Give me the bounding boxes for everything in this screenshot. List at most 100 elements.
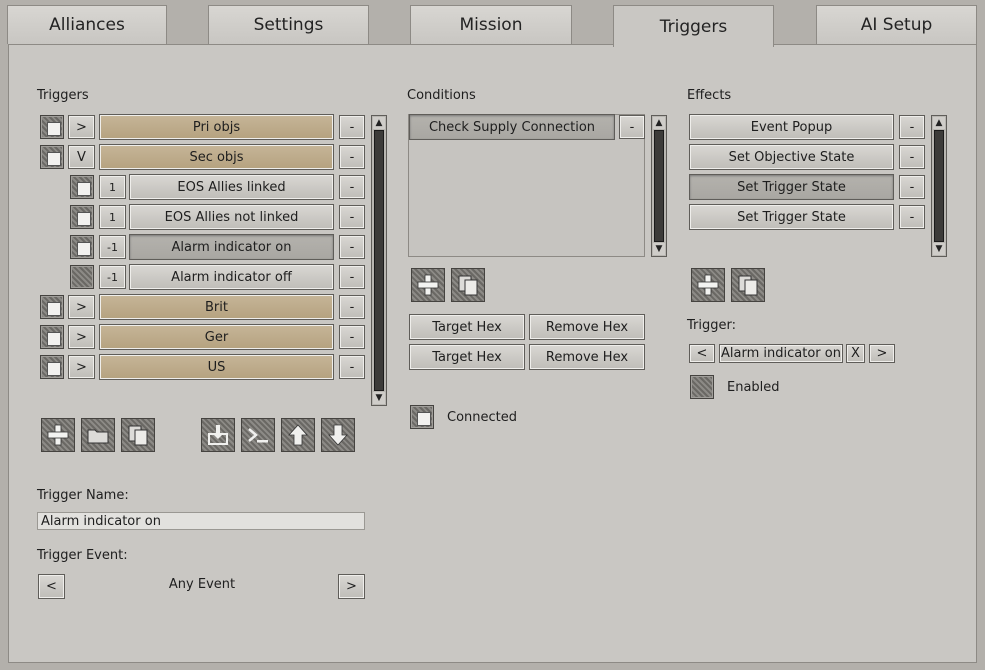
effect-remove-button[interactable]: - — [899, 175, 925, 199]
trigger-checkbox[interactable] — [70, 175, 94, 199]
trigger-remove-button[interactable]: - — [339, 355, 365, 379]
add-condition-button[interactable] — [411, 268, 445, 302]
trigger-checkbox[interactable] — [40, 145, 64, 169]
tab-triggers[interactable]: Triggers — [613, 5, 774, 47]
scroll-down-icon[interactable]: ▼ — [933, 243, 945, 255]
copy-trigger-button[interactable] — [121, 418, 155, 452]
trigger-name-input[interactable]: Alarm indicator on — [37, 512, 365, 530]
trigger-remove-button[interactable]: - — [339, 265, 365, 289]
scroll-down-icon[interactable]: ▼ — [373, 392, 385, 404]
trigger-remove-button[interactable]: - — [339, 325, 365, 349]
trigger-expand-button[interactable]: > — [68, 325, 95, 349]
scroll-thumb[interactable] — [654, 130, 664, 242]
trigger-event-prev-button[interactable]: < — [38, 574, 65, 599]
arrow-up-icon — [288, 424, 308, 446]
effect-remove-button[interactable]: - — [899, 145, 925, 169]
condition-remove-button[interactable]: - — [619, 115, 645, 139]
conditions-header: Conditions — [407, 88, 476, 103]
script-button[interactable] — [241, 418, 275, 452]
scroll-thumb[interactable] — [934, 130, 944, 242]
effects-scrollbar[interactable]: ▲ ▼ — [931, 115, 947, 257]
target-hex-button[interactable]: Target Hex — [409, 344, 525, 370]
trigger-checkbox[interactable] — [70, 235, 94, 259]
tab-ai-setup[interactable]: AI Setup — [816, 5, 977, 44]
effect-set-trigger-state[interactable]: Set Trigger State — [689, 174, 894, 200]
copy-icon — [128, 425, 148, 446]
connected-checkbox[interactable] — [410, 405, 434, 429]
condition-check-supply-connection[interactable]: Check Supply Connection — [409, 114, 615, 140]
trigger-expand-button[interactable]: > — [68, 355, 95, 379]
trigger-row-brit[interactable]: Brit — [99, 294, 334, 320]
trigger-event-next-button[interactable]: > — [338, 574, 365, 599]
effect-remove-button[interactable]: - — [899, 205, 925, 229]
effect-trigger-clear-button[interactable]: X — [846, 344, 865, 363]
remove-hex-button[interactable]: Remove Hex — [529, 314, 645, 340]
effect-trigger-label: Trigger: — [687, 318, 736, 333]
copy-icon — [738, 275, 758, 296]
triggers-scrollbar[interactable]: ▲ ▼ — [371, 115, 387, 406]
effect-event-popup[interactable]: Event Popup — [689, 114, 894, 140]
move-down-button[interactable] — [321, 418, 355, 452]
copy-condition-button[interactable] — [451, 268, 485, 302]
trigger-remove-button[interactable]: - — [339, 175, 365, 199]
trigger-row-alarm-indicator-on[interactable]: Alarm indicator on — [129, 234, 334, 260]
trigger-row-sec-objs[interactable]: Sec objs — [99, 144, 334, 170]
trigger-expand-button[interactable]: V — [68, 145, 95, 169]
add-trigger-button[interactable] — [41, 418, 75, 452]
tab-mission[interactable]: Mission — [410, 5, 572, 44]
trigger-expand-button[interactable]: > — [68, 295, 95, 319]
trigger-checkbox[interactable] — [40, 115, 64, 139]
scroll-up-icon[interactable]: ▲ — [933, 117, 945, 129]
copy-effect-button[interactable] — [731, 268, 765, 302]
effect-set-objective-state[interactable]: Set Objective State — [689, 144, 894, 170]
move-up-button[interactable] — [281, 418, 315, 452]
download-icon — [208, 425, 228, 445]
plus-icon — [697, 274, 719, 296]
trigger-row-ger[interactable]: Ger — [99, 324, 334, 350]
effect-trigger-value[interactable]: Alarm indicator on — [719, 344, 843, 363]
copy-icon — [458, 275, 478, 296]
enabled-checkbox[interactable] — [690, 375, 714, 399]
trigger-expand-button[interactable]: > — [68, 115, 95, 139]
remove-hex-button[interactable]: Remove Hex — [529, 344, 645, 370]
target-hex-button[interactable]: Target Hex — [409, 314, 525, 340]
scroll-down-icon[interactable]: ▼ — [653, 243, 665, 255]
connected-label: Connected — [447, 410, 518, 425]
scroll-thumb[interactable] — [374, 130, 384, 391]
tab-alliances[interactable]: Alliances — [7, 5, 167, 44]
folder-icon — [87, 429, 109, 444]
trigger-checkbox[interactable] — [70, 265, 94, 289]
trigger-row-pri-objs[interactable]: Pri objs — [99, 114, 334, 140]
trigger-remove-button[interactable]: - — [339, 235, 365, 259]
trigger-remove-button[interactable]: - — [339, 295, 365, 319]
trigger-remove-button[interactable]: - — [339, 145, 365, 169]
trigger-remove-button[interactable]: - — [339, 205, 365, 229]
tab-settings[interactable]: Settings — [208, 5, 369, 44]
effect-remove-button[interactable]: - — [899, 115, 925, 139]
add-folder-button[interactable] — [81, 418, 115, 452]
conditions-scrollbar[interactable]: ▲ ▼ — [651, 115, 667, 257]
effect-trigger-prev-button[interactable]: < — [689, 344, 715, 363]
scroll-up-icon[interactable]: ▲ — [373, 117, 385, 129]
trigger-row-eos-allies-linked[interactable]: EOS Allies linked — [129, 174, 334, 200]
trigger-checkbox[interactable] — [70, 205, 94, 229]
scroll-up-icon[interactable]: ▲ — [653, 117, 665, 129]
trigger-remove-button[interactable]: - — [339, 115, 365, 139]
trigger-priority: -1 — [99, 265, 126, 289]
trigger-checkbox[interactable] — [40, 355, 64, 379]
trigger-checkbox[interactable] — [40, 295, 64, 319]
effect-trigger-next-button[interactable]: > — [869, 344, 895, 363]
plus-icon — [417, 274, 439, 296]
trigger-name-label: Trigger Name: — [37, 488, 129, 503]
trigger-priority: 1 — [99, 175, 126, 199]
trigger-event-label: Trigger Event: — [37, 548, 128, 563]
import-button[interactable] — [201, 418, 235, 452]
trigger-event-value: Any Event — [168, 577, 236, 592]
trigger-checkbox[interactable] — [40, 325, 64, 349]
effect-set-trigger-state[interactable]: Set Trigger State — [689, 204, 894, 230]
trigger-row-us[interactable]: US — [99, 354, 334, 380]
trigger-row-alarm-indicator-off[interactable]: Alarm indicator off — [129, 264, 334, 290]
trigger-row-eos-allies-not-linked[interactable]: EOS Allies not linked — [129, 204, 334, 230]
plus-icon — [47, 424, 69, 446]
add-effect-button[interactable] — [691, 268, 725, 302]
